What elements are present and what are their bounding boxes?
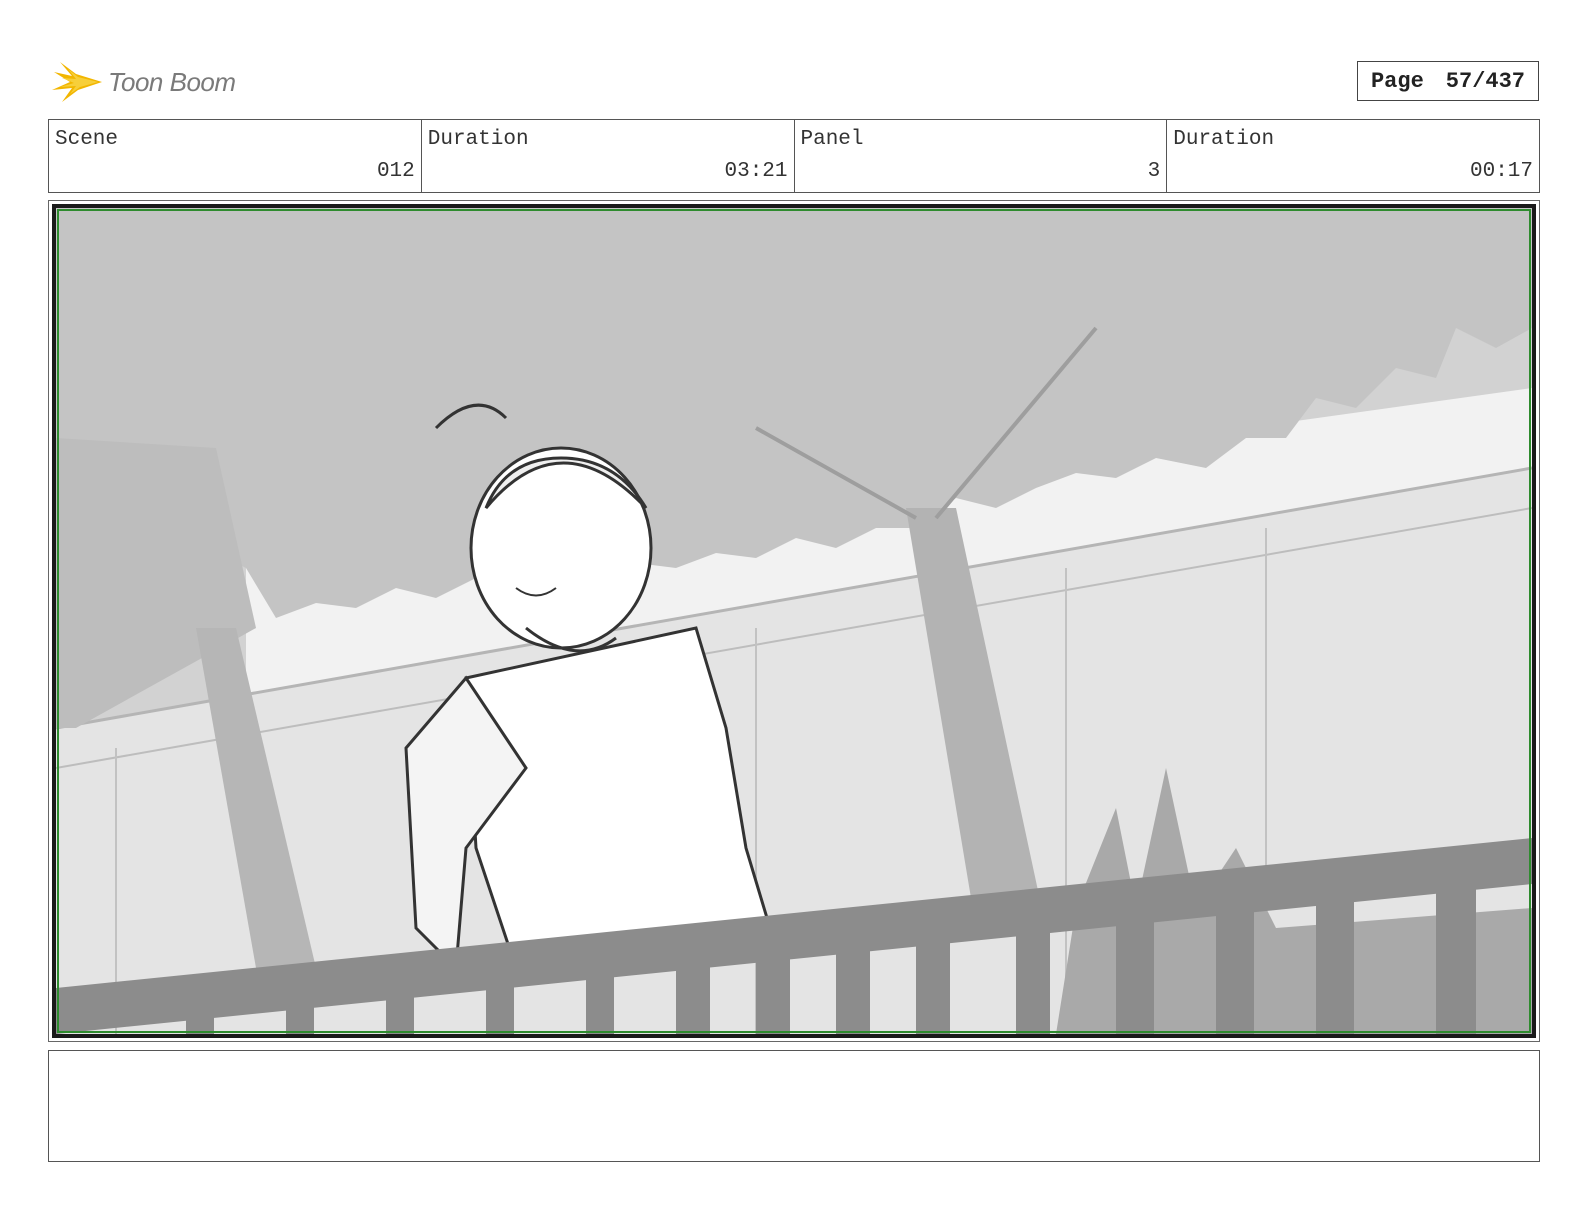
page-counter: Page 57/437 (1357, 61, 1539, 101)
storyboard-sketch (56, 208, 1532, 1034)
page-value: 57/437 (1445, 68, 1526, 94)
scene-duration-cell: Duration 03:21 (422, 120, 795, 192)
panel-cell: Panel 3 (795, 120, 1168, 192)
scene-duration-label: Duration (427, 128, 529, 151)
scene-label: Scene (55, 128, 119, 151)
toon-boom-logo: Toon Boom (52, 56, 252, 108)
logo-text: Toon Boom (108, 66, 236, 97)
panel-label: Panel (800, 128, 864, 151)
scene-value: 012 (376, 160, 415, 183)
scene-info-table: Scene 012 Duration 03:21 Panel 3 Duratio… (48, 119, 1540, 193)
panel-value: 3 (1147, 160, 1161, 183)
panel-duration-label: Duration (1173, 128, 1275, 151)
page-label: Page (1370, 68, 1424, 94)
panel-notes-box (48, 1050, 1540, 1162)
burst-icon (52, 62, 102, 102)
storyboard-panel-image (52, 204, 1536, 1038)
scene-cell: Scene 012 (49, 120, 422, 192)
panel-duration-cell: Duration 00:17 (1167, 120, 1539, 192)
panel-duration-value: 00:17 (1469, 160, 1533, 183)
scene-duration-value: 03:21 (724, 160, 788, 183)
